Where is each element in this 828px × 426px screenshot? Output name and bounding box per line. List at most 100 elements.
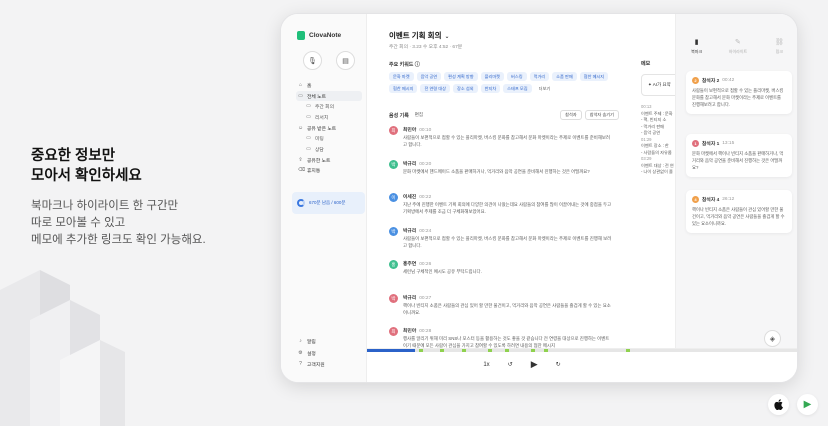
keyword-chip[interactable]: 전 연령 대상: [420, 84, 451, 93]
speed-button[interactable]: 1x: [483, 362, 489, 368]
highlight-marker[interactable]: [418, 349, 423, 352]
segment-time[interactable]: 00:28: [419, 329, 431, 334]
segment-text: 문화 마켓에서 핸드메이드 소품을 판매하거나, 먹거리와 음악 공연을 준비해…: [403, 168, 590, 174]
keyword-chip[interactable]: 스태프 모집: [503, 84, 532, 93]
sidebar-item[interactable]: ▭ 상담: [296, 144, 362, 155]
sidebar-item[interactable]: ▭ 주간 회의: [296, 101, 362, 112]
bookmark-card[interactable]: 2 참석자 2 00:42 사람들이 보편적으로 접할 수 있는 플리마켓, 버스킹 …: [686, 71, 792, 115]
sidebar-item[interactable]: ⌂ 홈: [296, 80, 362, 91]
sidebar-item[interactable]: ⚙ 설정: [296, 348, 362, 360]
highlight-marker[interactable]: [487, 349, 492, 352]
keyword-chip[interactable]: 소품 판매: [552, 72, 577, 81]
sidebar-item-label: 설정: [307, 351, 316, 357]
sidebar-item[interactable]: ⇪ 공유한 노트: [296, 155, 362, 166]
note-add-icon: ▤: [342, 57, 349, 65]
highlight-marker[interactable]: [462, 349, 467, 352]
google-play-icon[interactable]: ▶: [797, 394, 818, 415]
bookmark-card[interactable]: 4 참석자 4 26:12 핵이나 빈티지 소품은 사람들이 관심 있어할 만한 물건…: [686, 190, 792, 234]
keyword-chip[interactable]: 협찬 메시지: [579, 72, 609, 81]
speaker-name: 박규리 00:24: [403, 227, 431, 234]
play-icon[interactable]: ▶: [531, 359, 538, 370]
segment-time[interactable]: 00:24: [419, 229, 431, 234]
sidebar-item[interactable]: ▭ 리서치: [296, 112, 362, 123]
storage-indicator[interactable]: 670분 남음 / 600분: [292, 192, 365, 214]
sidebar-item[interactable]: ▭ 미팅: [296, 133, 362, 144]
panel-tabs: ▮ 북마크 ✎ 하이라이트 ⛓ 링크: [676, 38, 797, 55]
bookmark-time[interactable]: 00:42: [722, 78, 734, 83]
keyword-chip[interactable]: 협찬 메시지: [389, 84, 418, 93]
sidebar-item[interactable]: ? 고객지원: [296, 359, 362, 371]
speaker-avatar: 이: [389, 193, 398, 202]
speaker-name: 최민아 00:28: [403, 327, 431, 334]
record-button[interactable]: 🎙: [303, 51, 322, 70]
bookmark-card[interactable]: 1 참석자 1 13:15 문화 마켓에서 핵이나 빈티지 소품을 판매하거나, 먹거…: [686, 134, 792, 178]
segment-time[interactable]: 00:20: [419, 162, 431, 167]
participants-button[interactable]: 참석자: [560, 110, 582, 120]
hide-participants-button[interactable]: 참석자 숨기기: [584, 110, 619, 120]
keyword-chip[interactable]: 버스킹: [507, 72, 527, 81]
forward-icon[interactable]: ↻: [556, 361, 561, 368]
sidebar-item-label: 미팅: [315, 137, 324, 143]
speaker-avatar: 박: [389, 226, 398, 236]
highlight-icon: ✎: [735, 39, 741, 46]
tab-link[interactable]: ⛓ 링크: [763, 38, 795, 55]
folder-icon: ▭: [306, 103, 311, 110]
segment-time[interactable]: 00:26: [419, 262, 431, 267]
sidebar-item[interactable]: ▭ 전체 노트: [296, 90, 362, 102]
note-title-text: 이벤트 기획 회의: [389, 31, 442, 40]
keyword-chip[interactable]: 장소 섭외: [453, 84, 478, 93]
ai-summary-box[interactable]: ✦ AI가 요약: [641, 74, 675, 96]
hero-body-line2: 따로 모아볼 수 있고: [31, 217, 126, 229]
keyword-chip[interactable]: 음악 공연: [416, 72, 442, 81]
apple-store-icon[interactable]: [768, 394, 789, 415]
keywords-more-button[interactable]: 더보기: [535, 84, 555, 93]
highlight-marker[interactable]: [544, 349, 549, 352]
tab-bookmark[interactable]: ▮ 북마크: [681, 38, 713, 55]
keyword-chip[interactable]: 문화 마켓: [389, 72, 414, 81]
transcript-segment[interactable]: 최 최민아 00:10 사람들이 보편적으로 접할 수 있는 플리마켓, 버스킹 문화…: [389, 124, 619, 158]
segment-text: 사람들이 보편적으로 접할 수 있는 플리마켓, 버스킹 문화를 참고해서 문화…: [403, 235, 612, 248]
memo-line: - 나이 상관없이 즐: [641, 169, 673, 174]
rewind-icon[interactable]: ↺: [508, 361, 513, 368]
keyword-chip[interactable]: 먹거리: [529, 72, 550, 81]
bookmark-time[interactable]: 26:12: [722, 197, 734, 202]
keyword-chip[interactable]: 플리마켓: [480, 72, 505, 81]
segment-time[interactable]: 00:10: [419, 128, 431, 133]
keyword-chip[interactable]: 반지차: [480, 84, 501, 93]
transcript-segment[interactable]: 홍 홍주연 00:26 세런님 구체적인 예시도 공유 부탁드립니다.: [389, 258, 619, 292]
progress-bar[interactable]: [367, 349, 797, 352]
tab-highlight[interactable]: ✎ 하이라이트: [722, 38, 754, 55]
speaker-name-text: 박규리: [403, 295, 417, 301]
transcript-segment[interactable]: 이 이세진 00:22 지난 주에 진행한 이벤트 기획 회의에 다양한 의견이 나왔…: [389, 191, 619, 225]
speaker-name-text: 최민아: [403, 329, 417, 334]
speaker-avatar: 박: [389, 293, 398, 303]
app-logo[interactable]: ClovaNote: [297, 31, 341, 40]
highlight-marker[interactable]: [440, 349, 445, 352]
highlight-marker[interactable]: [531, 349, 536, 352]
transcript-segment[interactable]: 박 박규리 00:24 사람들이 보편적으로 접할 수 있는 플리마켓, 버스킹 문화…: [389, 225, 619, 259]
transcript-segment[interactable]: 박 박규리 00:20 문화 마켓에서 핸드메이드 소품을 판매하거나, 먹거리와 음…: [389, 158, 619, 192]
highlight-marker[interactable]: [626, 349, 631, 352]
transcript-segment[interactable]: 박 박규리 00:27 핵이나 빈티지 소품은 사람들의 관심 있어 할 만한 물건이…: [389, 292, 619, 326]
bookmark-time[interactable]: 13:15: [722, 141, 734, 146]
sidebar-item[interactable]: ☺ 공유 받은 노트: [296, 123, 362, 134]
note-title[interactable]: 이벤트 기획 회의 ⌄: [389, 30, 450, 41]
sidebar-item-label: 주간 회의: [315, 105, 334, 111]
highlight-marker[interactable]: [505, 349, 510, 352]
keyword-chip[interactable]: 편성 계획 방향: [444, 72, 478, 81]
note-main: 이벤트 기획 회의 ⌄ 주간 회의 · 3.23 수 오후 4:52 · 67분 …: [367, 14, 631, 382]
new-note-button[interactable]: ▤: [336, 51, 355, 70]
memo-text[interactable]: 00:13 이벤트 주제 : 문화 - 핵, 빈티지 소- 먹거리 판매 - 음악 공…: [641, 104, 675, 176]
bell-icon: ♪: [299, 338, 302, 345]
segment-time[interactable]: 00:27: [419, 296, 431, 301]
keywords-list: 문화 마켓 음악 공연 편성 계획 방향 플리마켓 버스킹 먹거리 소품 판매 협찬 메시지 협…: [389, 72, 619, 93]
tab-label: 하이라이트: [728, 49, 748, 54]
sidebar-item[interactable]: ⌫ 휴지통: [296, 166, 362, 177]
segment-time[interactable]: 00:22: [419, 195, 431, 200]
decorative-blocks: [0, 270, 125, 426]
edit-button[interactable]: 편집: [415, 112, 423, 118]
bookmark-speaker: 참석자 2: [702, 79, 720, 84]
sidebar-item[interactable]: ♪ 알림: [296, 336, 362, 348]
link-icon: ⛓: [774, 39, 784, 46]
layers-button[interactable]: ◈: [764, 330, 781, 347]
